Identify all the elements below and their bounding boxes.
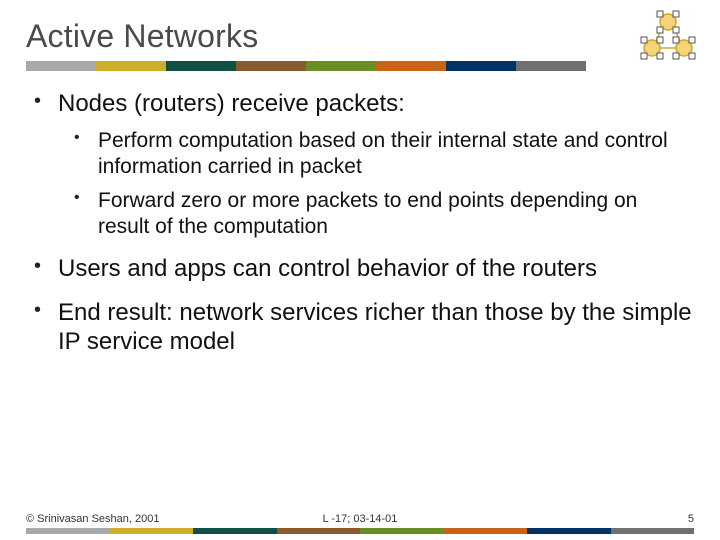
bullet-2: Users and apps can control behavior of t… (30, 254, 694, 283)
bullet-3: End result: network services richer than… (30, 298, 694, 357)
bullet-1-text: Nodes (routers) receive packets: (58, 90, 405, 117)
bullet-1: Nodes (routers) receive packets: Perform… (30, 89, 694, 240)
bullet-1-sub-2: Forward zero or more packets to end poin… (58, 188, 694, 240)
slide-body: Nodes (routers) receive packets: Perform… (26, 89, 694, 356)
footer-accent-bar (26, 528, 694, 534)
bullet-1-sub-2-text: Forward zero or more packets to end poin… (98, 189, 637, 238)
slide-footer: © Srinivasan Seshan, 2001 L -17; 03-14-0… (0, 513, 720, 540)
bullet-1-sub-1: Perform computation based on their inter… (58, 128, 694, 180)
footer-copyright: © Srinivasan Seshan, 2001 (26, 513, 249, 525)
slide-title: Active Networks (26, 18, 694, 55)
bullet-3-text: End result: network services richer than… (58, 299, 692, 355)
bullet-2-text: Users and apps can control behavior of t… (58, 255, 597, 282)
slide: Active Networks Nodes (routers) receive … (0, 0, 720, 540)
title-accent-bar (26, 61, 586, 71)
footer-center: L -17; 03-14-01 (249, 513, 472, 525)
bullet-1-sub-1-text: Perform computation based on their inter… (98, 129, 668, 178)
network-cluster-icon (632, 8, 704, 71)
footer-page-number: 5 (471, 513, 694, 525)
